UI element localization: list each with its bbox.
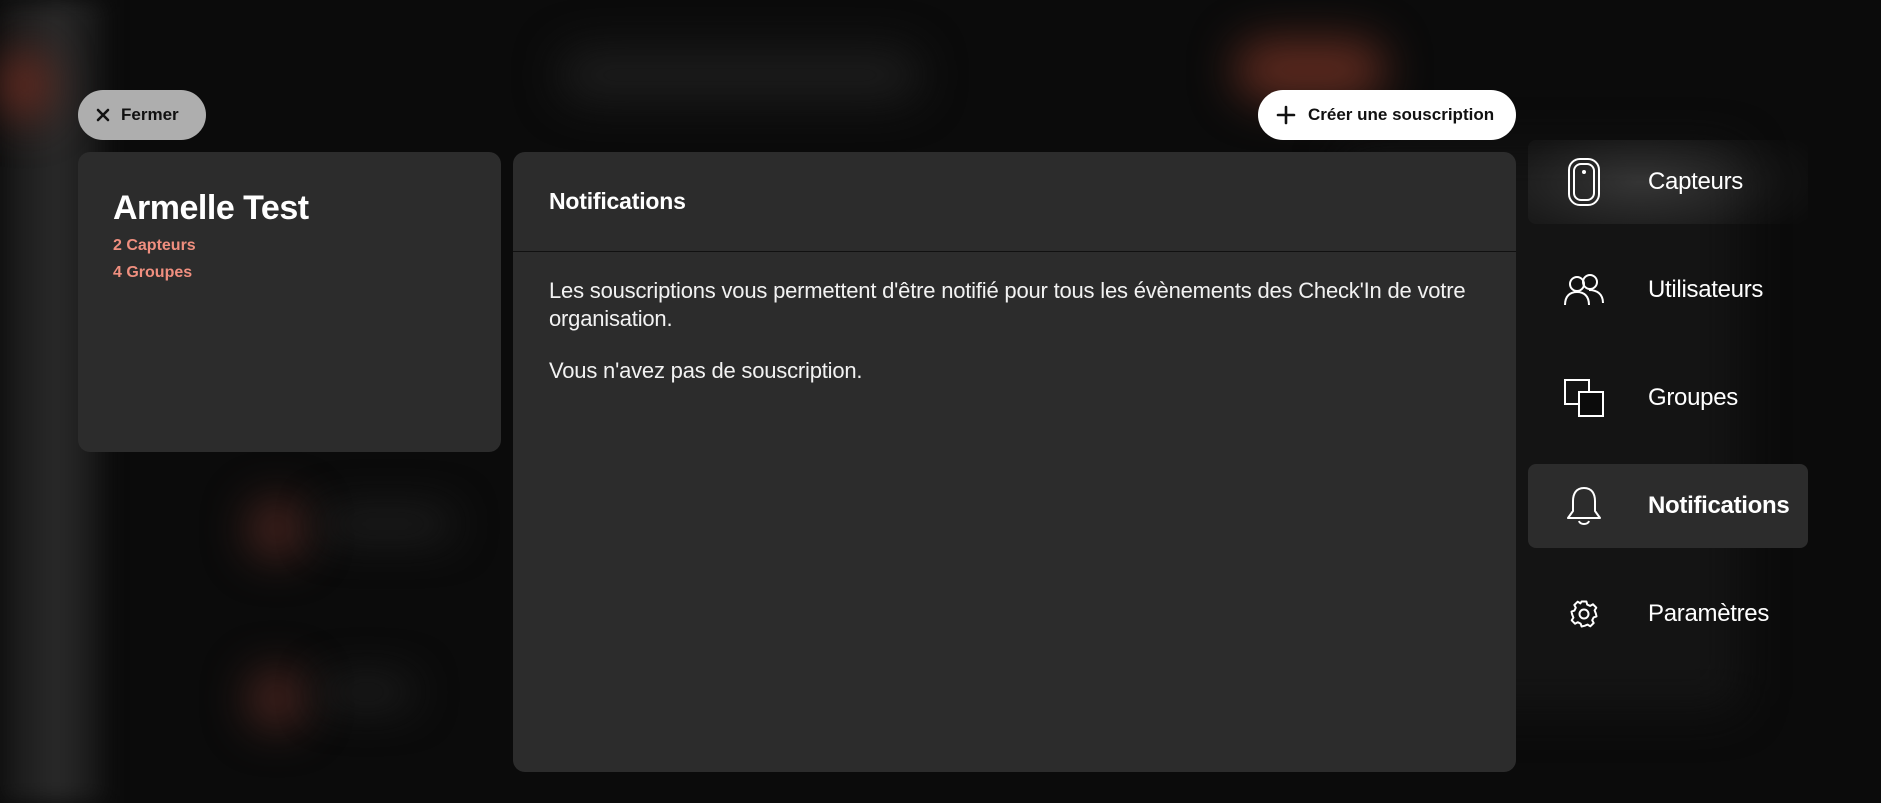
menu-item-label: Capteurs: [1648, 168, 1743, 195]
close-button-label: Fermer: [121, 105, 179, 124]
panel-description: Les souscriptions vous permettent d'être…: [549, 278, 1466, 331]
empty-state-message: Vous n'avez pas de souscription.: [549, 358, 863, 383]
menu-item-utilisateurs[interactable]: Utilisateurs: [1528, 248, 1808, 332]
menu-item-capteurs[interactable]: Capteurs: [1528, 140, 1808, 224]
close-button[interactable]: Fermer: [78, 90, 206, 140]
users-icon: [1562, 268, 1606, 312]
groups-icon: [1562, 376, 1606, 420]
create-subscription-label: Créer une souscription: [1308, 105, 1495, 124]
profile-groups-count: 4 Groupes: [113, 264, 193, 281]
menu-item-groupes[interactable]: Groupes: [1528, 356, 1808, 440]
menu-item-parametres[interactable]: Paramètres: [1528, 572, 1808, 656]
bell-icon: [1562, 484, 1606, 528]
profile-card: Armelle Test 2 Capteurs 4 Groupes: [78, 152, 501, 452]
side-menu: Capteurs Utilisateurs Groupes Notificati…: [1528, 140, 1808, 680]
plus-icon: [1276, 105, 1296, 125]
menu-item-label: Notifications: [1648, 492, 1790, 519]
profile-sensors-count: 2 Capteurs: [113, 237, 196, 254]
notifications-panel: Notifications Les souscriptions vous per…: [513, 152, 1516, 772]
menu-item-label: Groupes: [1648, 384, 1738, 411]
menu-item-notifications[interactable]: Notifications: [1528, 464, 1808, 548]
close-icon: [95, 107, 111, 123]
panel-body: Les souscriptions vous permettent d'être…: [513, 252, 1516, 434]
gear-icon: [1562, 592, 1606, 636]
create-subscription-button[interactable]: Créer une souscription: [1258, 90, 1516, 140]
sensor-icon: [1562, 158, 1606, 206]
panel-header: Notifications: [513, 152, 1516, 252]
panel-title: Notifications: [549, 188, 686, 214]
menu-item-label: Paramètres: [1648, 600, 1770, 627]
profile-name: Armelle Test: [113, 189, 309, 227]
menu-item-label: Utilisateurs: [1648, 276, 1764, 303]
